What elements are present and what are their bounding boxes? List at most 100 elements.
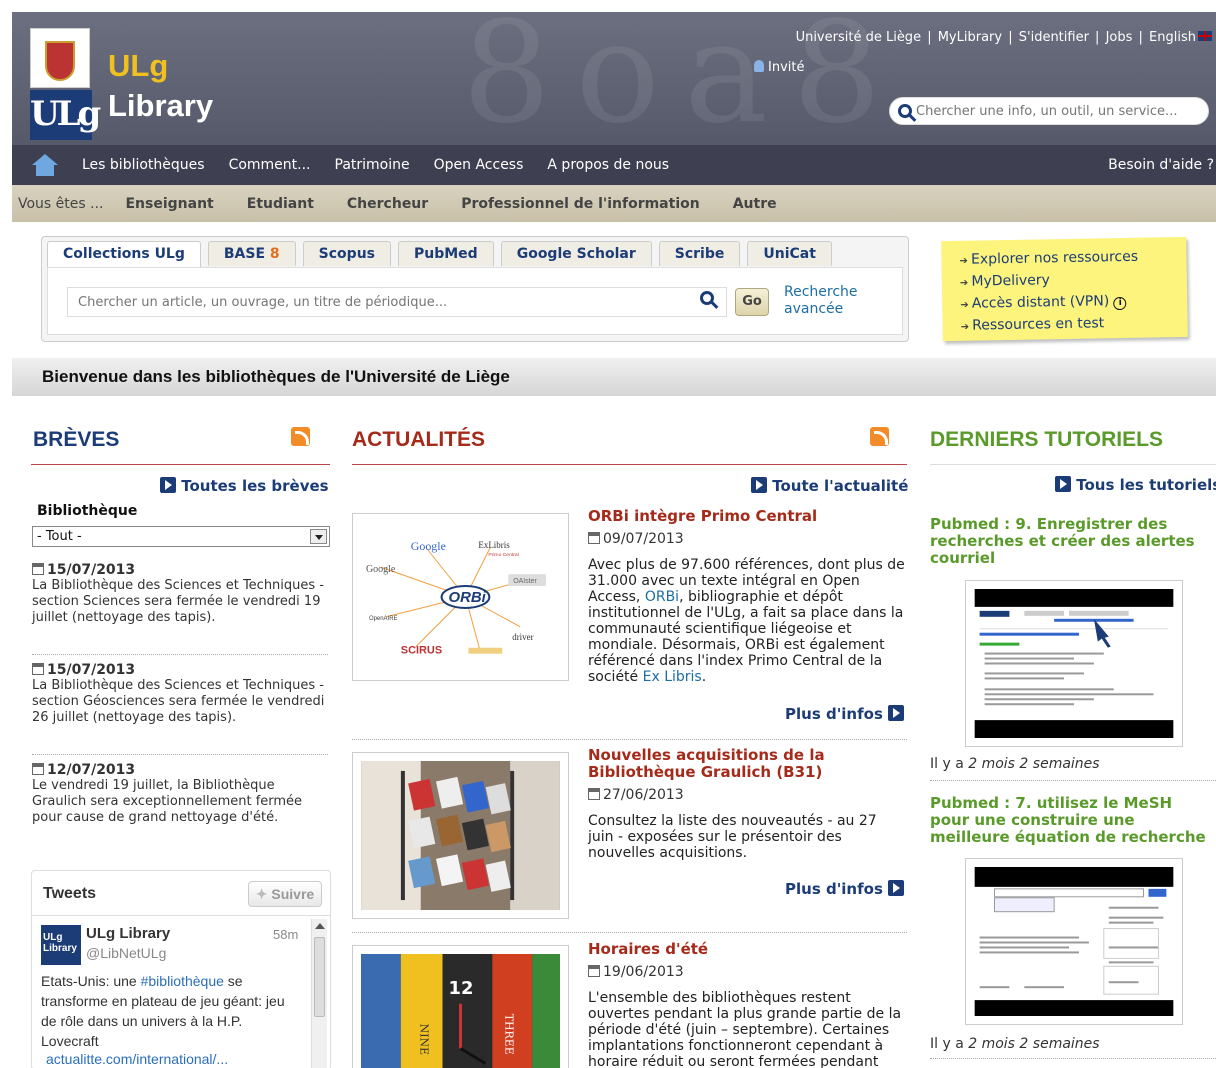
tweet-author[interactable]: ULg Library [86,925,170,942]
link-login[interactable]: S'identifier [1019,30,1089,45]
nav-a-propos[interactable]: A propos de nous [547,157,669,173]
info-icon[interactable]: i [1113,296,1127,311]
tutoriels-title: DERNIERS TUTORIELS [930,428,1163,451]
rss-icon[interactable] [291,427,310,446]
scroll-thumb[interactable] [314,937,325,1017]
separator [32,654,328,655]
tab-pubmed[interactable]: PubMed [398,241,494,266]
nav-help[interactable]: Besoin d'aide ? [1108,157,1214,173]
oaister-logo: OAIster [513,578,537,585]
follow-button[interactable]: ✦ Suivre [248,881,322,907]
all-tutorials-link[interactable]: Tous les tutoriels [1055,476,1216,494]
tab-scopus[interactable]: Scopus [302,241,391,266]
tutorial-title[interactable]: Pubmed : 9. Enregistrer des recherches e… [930,516,1200,567]
hashtag-link[interactable]: #bibliothèque [141,973,224,989]
library-filter-select[interactable]: - Tout - [32,526,330,547]
arrow-icon [888,705,905,721]
tab-google-scholar[interactable]: Google Scholar [500,241,652,266]
news-image-horaires[interactable]: 12 NINE THREE [352,945,569,1068]
tweets-title: Tweets [43,885,97,902]
news-body: L'ensemble des bibliothèques restent ouv… [588,990,902,1068]
go-button[interactable]: Go [735,288,769,316]
tutorial-age: Il y a 2 mois 2 semaines [930,1036,1100,1052]
tab-scribe[interactable]: Scribe [658,241,741,266]
exlibris-link[interactable]: Ex Libris [643,669,702,685]
pubmed-screenshot [974,589,1174,738]
news-title[interactable]: Horaires d'été [588,941,908,958]
audience-professionnel[interactable]: Professionnel de l'information [461,196,700,212]
avatar[interactable]: ULg Library [41,925,81,965]
breve-date: 15/07/2013 [32,562,328,578]
tab-unicat[interactable]: UniCat [747,241,832,266]
audience-autre[interactable]: Autre [733,196,777,212]
news-date: 27/06/2013 [588,787,684,803]
site-header: 8 o a 8 ULg ULg Library Université de Li… [12,12,1216,145]
twitter-widget: Tweets ✦ Suivre ULg Library ULg Library @… [31,870,331,1068]
tab-collections-ulg[interactable]: Collections ULg [47,241,201,268]
breve-text: La Bibliothèque des Sciences et Techniqu… [32,578,324,625]
more-info-link[interactable]: Plus d'infos [785,880,905,898]
news-title[interactable]: Nouvelles acquisitions de la Bibliothèqu… [588,747,908,781]
audience-label: Vous êtes ... [18,195,104,212]
home-icon[interactable] [32,154,58,176]
main-nav: Les bibliothèques Comment... Patrimoine … [12,145,1216,185]
calendar-icon [32,663,44,675]
catalog-search-input[interactable] [67,287,727,317]
clock-books-photo: 12 NINE THREE [361,954,560,1068]
news-date: 09/07/2013 [588,531,684,547]
rss-icon[interactable] [870,427,889,446]
chevron-down-icon [310,529,327,544]
crest-icon [30,28,90,88]
link-universite[interactable]: Université de Liège [796,30,922,45]
all-tutorials-label: Tous les tutoriels [1076,476,1216,494]
news-body: Avec plus de 97.600 références, dont plu… [588,557,906,685]
audience-chercheur[interactable]: Chercheur [347,196,428,212]
university-logo[interactable]: ULg [30,28,101,140]
link-mylibrary[interactable]: MyLibrary [938,30,1002,45]
catalog-search: Collections ULg BASE 8 Scopus PubMed Goo… [41,236,909,342]
link-english[interactable]: English [1149,30,1196,45]
tutorial-thumbnail[interactable] [965,580,1183,747]
tutorial-age: Il y a 2 mois 2 semaines [930,756,1100,772]
logo-line-1: ULg [108,48,169,83]
tweet-link[interactable]: actualitte.com/international/... [46,1051,228,1067]
tweet-handle[interactable]: @LibNetULg [86,945,166,961]
tweets-divider [32,915,330,916]
clock-number: 12 [449,978,474,999]
nav-comment[interactable]: Comment... [229,157,311,173]
library-logo-text[interactable]: ULg Library [108,46,213,126]
site-search-input[interactable] [916,103,1196,119]
all-news-link[interactable]: Toute l'actualité [751,477,908,495]
nav-bibliotheques[interactable]: Les bibliothèques [82,157,205,173]
search-icon[interactable] [700,291,714,305]
news-body: Consultez la liste des nouveautés - au 2… [588,813,877,861]
exlibris-logo: ExLibris [478,540,510,550]
advanced-search-link[interactable]: Recherche avancée [784,284,864,318]
bird-icon: ✦ [255,886,268,902]
calendar-icon [32,763,44,775]
tutorial-title[interactable]: Pubmed : 7. utilisez le MeSH pour une co… [930,795,1212,846]
audience-enseignant[interactable]: Enseignant [125,196,213,212]
tutorial-thumbnail[interactable] [965,858,1183,1025]
all-breves-link[interactable]: Toutes les brèves [160,477,329,495]
scroll-up-icon[interactable] [315,923,325,929]
news-image-orbi[interactable]: Google ExLibris Primo Central Google ORB… [352,513,569,681]
actualites-rule [352,464,907,465]
quick-links-note: Explorer nos ressources MyDelivery Accès… [941,236,1188,342]
more-info-link[interactable]: Plus d'infos [785,705,905,723]
news-title[interactable]: ORBi intègre Primo Central [588,508,908,525]
orbi-logo: ORBi [449,589,487,606]
audience-etudiant[interactable]: Etudiant [247,196,314,212]
quick-link-test[interactable]: Ressources en test [960,312,1187,338]
search-icon[interactable] [898,104,912,118]
tweets-scrollbar[interactable] [311,919,327,1068]
link-jobs[interactable]: Jobs [1106,30,1133,45]
tab-base[interactable]: BASE 8 [207,241,296,266]
nav-patrimoine[interactable]: Patrimoine [335,157,410,173]
guest-user[interactable]: Invité [754,60,804,75]
nav-open-access[interactable]: Open Access [434,157,524,173]
news-image-acquisitions[interactable] [352,752,569,919]
orbi-link[interactable]: ORBi [645,589,679,605]
tweet-time[interactable]: 58m [273,927,298,942]
breve-date-text: 12/07/2013 [47,762,136,778]
